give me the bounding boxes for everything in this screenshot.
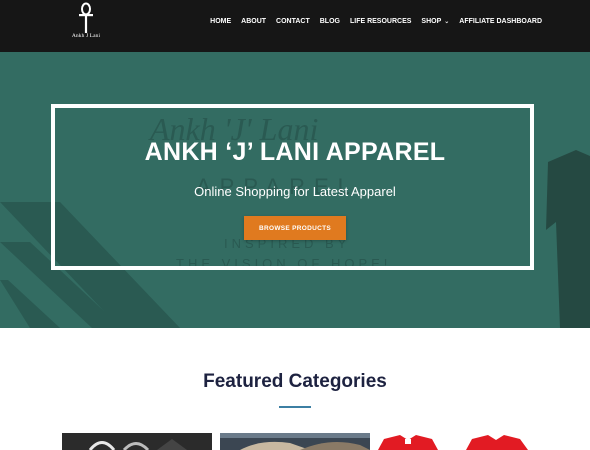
hero-section: Ankh 'J' Lani APPAREL INSPIRED BY THE VI… [0, 52, 590, 328]
sandals-image [62, 433, 212, 450]
nav-affiliate-dashboard[interactable]: AFFILIATE DASHBOARD [459, 18, 542, 25]
category-sandals[interactable] [62, 433, 212, 450]
nav-blog-label: BLOG [319, 17, 340, 25]
nav-life-resources[interactable]: LIFE RESOURCES [350, 18, 411, 25]
nav-about[interactable]: ABOUT [241, 18, 266, 25]
nav-life-resources-label: LIFE RESOURCES [349, 17, 412, 25]
red-shirts-image [378, 433, 528, 450]
featured-categories-title: Featured Categories [203, 371, 387, 392]
ankh-icon [79, 2, 93, 33]
hero-subtitle: Online Shopping for Latest Apparel [194, 184, 396, 199]
nav-shop[interactable]: SHOP ⌄ [421, 18, 449, 25]
chevron-down-icon: ⌄ [444, 18, 450, 25]
hero-title: ANKH ‘J’ LANI APPAREL [144, 138, 446, 166]
nav-about-label: ABOUT [241, 17, 267, 25]
browse-products-button[interactable]: BROWSE PRODUCTS [244, 216, 346, 240]
nav-home[interactable]: HOME [210, 18, 231, 25]
nav-contact[interactable]: CONTACT [276, 18, 310, 25]
main-nav: HOME ABOUT CONTACT BLOG LIFE RESOURCES S… [210, 0, 542, 42]
category-shirts[interactable] [378, 433, 528, 450]
category-shoes[interactable] [220, 433, 370, 450]
nav-affiliate-dashboard-label: AFFILIATE DASHBOARD [459, 17, 542, 25]
shoes-image [220, 433, 370, 450]
nav-shop-label: SHOP [421, 17, 442, 25]
nav-home-label: HOME [210, 17, 232, 25]
ankh-logo[interactable]: Ankh J Lani [66, 2, 106, 48]
nav-blog[interactable]: BLOG [320, 18, 340, 25]
site-header: Ankh J Lani HOME ABOUT CONTACT BLOG LIFE… [0, 0, 590, 52]
nav-contact-label: CONTACT [276, 17, 310, 25]
featured-underline [279, 406, 311, 408]
logo-text: Ankh J Lani [71, 33, 101, 39]
